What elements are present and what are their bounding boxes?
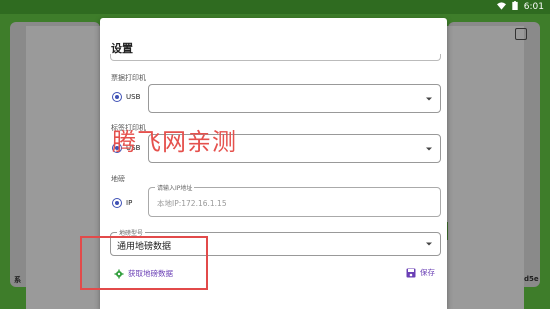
- ticket-printer-label: 票据打印机: [111, 74, 146, 82]
- ip-address-placeholder: 本地IP:172.16.1.15: [157, 199, 227, 208]
- save-label: 保存: [420, 268, 435, 277]
- status-icons: 6:01: [496, 1, 544, 13]
- status-bar: 6:01: [0, 0, 550, 14]
- scale-ip-label: IP: [126, 199, 133, 207]
- ticket-printer-usb-label: USB: [126, 93, 141, 101]
- background-checkbox: [515, 28, 527, 40]
- scale-ip-radio[interactable]: [112, 198, 122, 208]
- ip-address-legend: 请输入IP地址: [155, 183, 195, 192]
- ip-address-input[interactable]: 请输入IP地址 本地IP:172.16.1.15: [148, 183, 441, 217]
- annotation-highlight-box: [80, 236, 208, 290]
- scale-label: 地磅: [111, 175, 125, 183]
- ticket-printer-select[interactable]: [148, 84, 441, 113]
- background-side-bar: [540, 140, 550, 155]
- save-icon: [406, 263, 416, 282]
- scrolled-field-edge: [110, 54, 441, 61]
- chevron-down-icon: [426, 97, 432, 100]
- status-time: 6:01: [523, 2, 544, 12]
- chevron-down-icon: [426, 147, 432, 150]
- wifi-icon: [496, 1, 506, 13]
- chevron-down-icon: [426, 242, 432, 246]
- save-button[interactable]: 保存: [406, 263, 435, 282]
- ticket-printer-usb-radio[interactable]: [112, 92, 122, 102]
- battery-icon: [512, 1, 518, 13]
- background-text-left: 系: [14, 276, 21, 284]
- watermark-text: 腾飞网亲测: [112, 128, 237, 156]
- background-text-right: d5e: [524, 275, 539, 283]
